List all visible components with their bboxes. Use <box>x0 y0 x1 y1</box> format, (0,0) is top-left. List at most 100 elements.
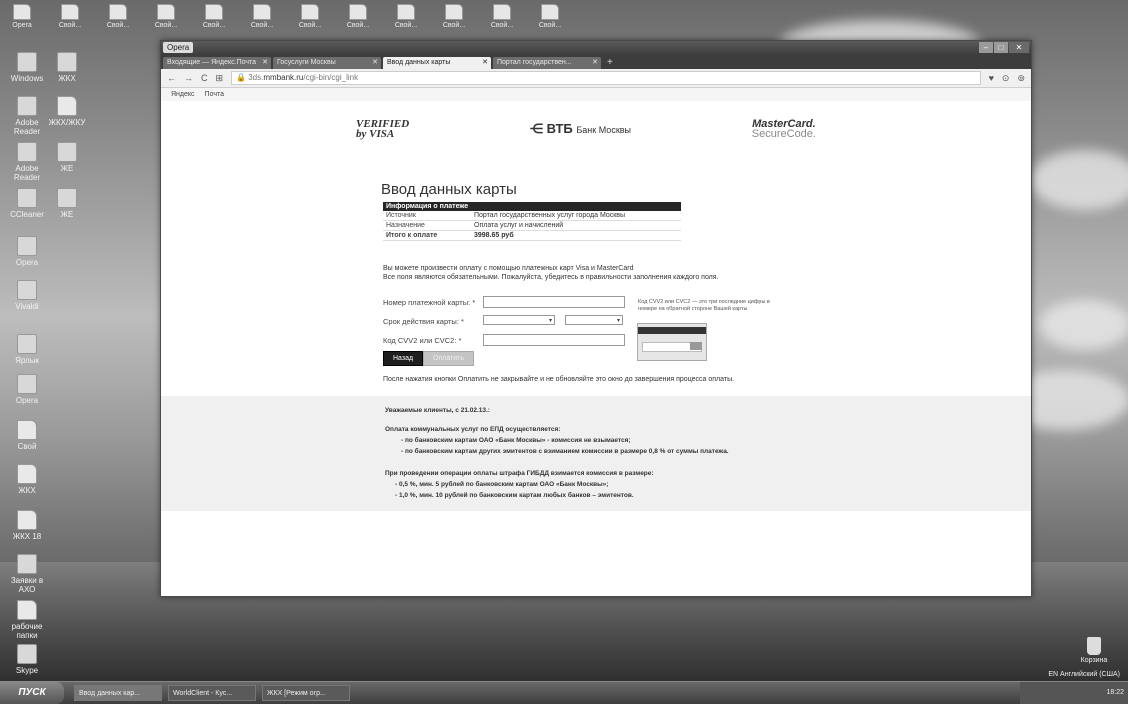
close-button[interactable]: ✕ <box>1009 42 1029 53</box>
desktop-icon[interactable]: ЖЕ <box>44 142 90 173</box>
mastercard-securecode-logo: MasterCard. SecureCode. <box>751 118 816 140</box>
bookmarks-bar: Яндекс Почта <box>161 88 1031 102</box>
skype-icon <box>17 644 37 664</box>
desktop-icon-top[interactable]: Свой... <box>530 4 570 30</box>
tab-card-input[interactable]: Ввод данных карты ✕ <box>383 57 491 69</box>
notice-line: - 0,5 %, мин. 5 рублей по банковским кар… <box>395 481 609 488</box>
verified-by-visa-logo: VERIFIED by VISA <box>356 118 410 140</box>
minimize-button[interactable]: – <box>979 42 993 53</box>
folder-icon <box>253 4 271 20</box>
desktop-icon[interactable]: ЖКХ 18 <box>4 510 50 541</box>
opera-menu-button[interactable]: Opera <box>163 42 194 53</box>
expiry-year-select[interactable]: ▾ <box>565 315 623 325</box>
cvv-hint: Код CVV2 или CVC2 — это три последние ци… <box>638 299 770 312</box>
bookmark-yandex[interactable]: Яндекс <box>171 88 195 101</box>
desktop-icon[interactable]: ЖКХ/ЖКУ <box>44 96 90 127</box>
desktop-icon-top[interactable]: Свой... <box>242 4 282 30</box>
page-content: VERIFIED by VISA ⋲ ВТБ Банк Москвы Master… <box>161 101 1031 596</box>
desktop-icon-top[interactable]: Свой... <box>386 4 426 30</box>
desktop-icon[interactable]: Opera <box>4 374 50 405</box>
desktop-icon-top[interactable]: Opera <box>2 4 42 30</box>
maximize-button[interactable]: □ <box>994 42 1008 53</box>
opera-icon <box>17 236 37 256</box>
back-button[interactable]: Назад <box>383 351 424 366</box>
payment-info-table: Информация о платеже Источник Портал госу… <box>383 202 681 241</box>
desktop-icon-top[interactable]: Свой... <box>50 4 90 30</box>
account-icon[interactable]: ⊚ <box>1017 73 1025 84</box>
start-button[interactable]: ПУСК <box>0 682 64 704</box>
pdf-icon <box>17 96 37 116</box>
download-icon[interactable]: ⊙ <box>1002 73 1010 84</box>
title-bar: Opera – □ ✕ <box>161 41 1031 55</box>
taskbar-item[interactable]: ЖКХ [Режим огр... <box>262 685 350 701</box>
cvv-label: Код CVV2 или CVC2: * <box>383 336 462 345</box>
tab-mail[interactable]: Входящие — Яндекс.Почта ✕ <box>163 57 271 69</box>
clock[interactable]: 18:22 <box>1106 689 1124 696</box>
cvv-input[interactable] <box>483 334 625 346</box>
table-row: Источник Портал государственных услуг гор… <box>383 211 681 221</box>
folder-icon <box>17 464 37 484</box>
bookmark-mail[interactable]: Почта <box>205 88 224 101</box>
folder-icon <box>61 4 79 20</box>
desktop-icon[interactable]: Заявки в АХО <box>4 554 50 594</box>
notice-section: Уважаемые клиенты, с 21.02.13.: Оплата к… <box>161 396 1031 511</box>
tab-gosuslugi[interactable]: Госуслуги Москвы ✕ <box>273 57 381 69</box>
shortcut-icon <box>17 334 37 354</box>
desktop-icon[interactable]: Ярлык <box>4 334 50 365</box>
system-tray: 18:22 <box>1020 682 1128 704</box>
close-icon[interactable]: ✕ <box>262 57 268 69</box>
speed-dial-icon[interactable]: ⊞ <box>216 73 224 84</box>
card-number-input[interactable] <box>483 296 625 308</box>
taskbar-item[interactable]: WorldClient - Кус... <box>168 685 256 701</box>
new-tab-button[interactable]: + <box>603 57 617 69</box>
reload-icon[interactable]: C <box>201 73 208 83</box>
after-payment-note: После нажатия кнопки Оплатить не закрыва… <box>383 376 735 383</box>
forward-icon[interactable]: → <box>184 73 193 83</box>
table-header: Информация о платеже <box>383 202 681 211</box>
close-icon[interactable]: ✕ <box>372 57 378 69</box>
close-icon[interactable]: ✕ <box>482 57 488 69</box>
heart-icon[interactable]: ♥ <box>989 73 994 83</box>
desktop-icon-top[interactable]: Свой... <box>338 4 378 30</box>
document-icon <box>57 52 77 72</box>
document-icon <box>57 142 77 162</box>
document-icon <box>57 188 77 208</box>
desktop-icon-top[interactable]: Свой... <box>194 4 234 30</box>
recycle-bin[interactable]: Корзина <box>1074 637 1114 664</box>
desktop-icon[interactable]: Opera <box>4 236 50 267</box>
desktop-icon[interactable]: Skype <box>4 644 50 675</box>
pdf-icon <box>17 142 37 162</box>
desktop-icon[interactable]: рабочие папки <box>4 600 50 640</box>
card-number-label: Номер платежной карты: * <box>383 298 476 307</box>
notice-line: - по банковским картам ОАО «Банк Москвы»… <box>401 437 631 444</box>
language-bar[interactable]: EN Английский (США) <box>1048 671 1120 678</box>
desktop-icon-top[interactable]: Свой... <box>146 4 186 30</box>
vtb-logo: ⋲ ВТБ Банк Москвы <box>529 121 632 136</box>
back-icon[interactable]: ← <box>167 73 176 83</box>
pay-button[interactable]: Оплатить <box>423 351 475 366</box>
tab-portal[interactable]: Портал государствен... ✕ <box>493 57 601 69</box>
folder-icon <box>301 4 319 20</box>
desktop-icon[interactable]: ЖКХ <box>4 464 50 495</box>
desktop-icon[interactable]: Vivaldi <box>4 280 50 311</box>
taskbar-item[interactable]: Ввод данных кар... <box>74 685 162 701</box>
folder-icon <box>445 4 463 20</box>
desktop-icon-top[interactable]: Свой... <box>434 4 474 30</box>
folder-icon <box>349 4 367 20</box>
expiry-month-select[interactable]: ▾ <box>483 315 555 325</box>
notice-line: - 1,0 %, мин. 10 рублей по банковским ка… <box>395 492 634 499</box>
desktop-icon[interactable]: ЖКХ <box>44 52 90 83</box>
close-icon[interactable]: ✕ <box>592 57 598 69</box>
folder-icon <box>109 4 127 20</box>
wallpaper-cloud <box>1030 150 1128 210</box>
desktop-icon-top[interactable]: Свой... <box>290 4 330 30</box>
desktop-icon[interactable]: ЖЕ <box>44 188 90 219</box>
desktop-icon[interactable]: Свой <box>4 420 50 451</box>
wallpaper-cloud <box>1040 300 1128 350</box>
opera-icon <box>17 374 37 394</box>
tab-bar: Входящие — Яндекс.Почта ✕ Госуслуги Москв… <box>161 55 1031 69</box>
desktop-icon-top[interactable]: Свой... <box>482 4 522 30</box>
desktop-icon-top[interactable]: Свой... <box>98 4 138 30</box>
address-bar[interactable]: 🔒 3ds.mmbank.ru/cgi-bin/cgi_link <box>231 71 981 85</box>
vivaldi-icon <box>17 280 37 300</box>
